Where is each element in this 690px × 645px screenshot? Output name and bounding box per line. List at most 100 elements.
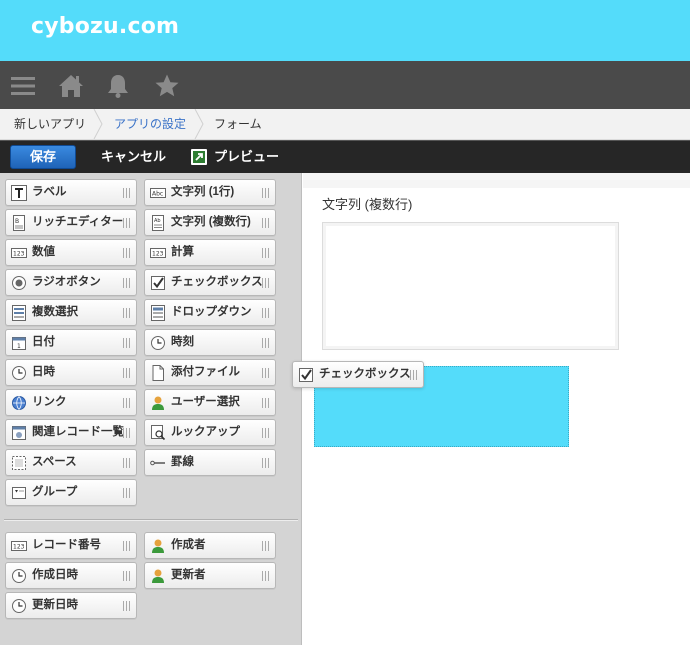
field-button-f18[interactable]: スペース bbox=[5, 449, 137, 476]
file-icon bbox=[150, 365, 166, 381]
logo: cybozu.com bbox=[31, 14, 180, 39]
grip-icon bbox=[123, 601, 130, 611]
user-icon bbox=[150, 538, 166, 554]
field-button-f13[interactable]: 添付ファイル bbox=[144, 359, 276, 386]
grip-icon bbox=[123, 458, 130, 468]
bell-icon[interactable] bbox=[105, 73, 131, 99]
field-button-f11[interactable]: 時刻 bbox=[144, 329, 276, 356]
menu-icon[interactable] bbox=[10, 73, 36, 99]
field-button-label: 計算 bbox=[171, 246, 194, 258]
header-bar: cybozu.com bbox=[0, 0, 690, 61]
field-button-label: リンク bbox=[32, 396, 67, 408]
field-button-label: 関連レコード一覧 bbox=[32, 426, 124, 438]
grip-icon bbox=[262, 458, 269, 468]
single-line-text-icon: Abc bbox=[150, 185, 166, 201]
field-button-label: グループ bbox=[32, 486, 78, 498]
nav-bar bbox=[0, 61, 690, 109]
rich-editor-icon: B bbox=[11, 215, 27, 231]
field-button-f4[interactable]: 123 数値 bbox=[5, 239, 137, 266]
multi-line-text-icon: Ab bbox=[150, 215, 166, 231]
grip-icon bbox=[262, 571, 269, 581]
line-icon bbox=[150, 455, 166, 471]
field-button-label: 罫線 bbox=[171, 456, 194, 468]
grip-icon bbox=[262, 188, 269, 198]
field-button-f2[interactable]: B リッチエディター bbox=[5, 209, 137, 236]
field-button-label: 作成者 bbox=[171, 539, 206, 551]
svg-text:123: 123 bbox=[152, 251, 164, 258]
field-button-f8[interactable]: 複数選択 bbox=[5, 299, 137, 326]
field-button-label: ラベル bbox=[32, 186, 67, 198]
field-button-f19[interactable]: 罫線 bbox=[144, 449, 276, 476]
clock-icon bbox=[150, 335, 166, 351]
dragging-field-label: チェックボックス bbox=[319, 368, 411, 380]
field-button-s1[interactable]: 作成者 bbox=[144, 532, 276, 559]
chevron-right-icon bbox=[193, 109, 205, 139]
space-icon bbox=[11, 455, 27, 471]
field-button-f20[interactable]: グループ bbox=[5, 479, 137, 506]
grip-icon bbox=[123, 188, 130, 198]
svg-text:Ab: Ab bbox=[154, 218, 161, 224]
preview-label: プレビュー bbox=[214, 149, 280, 164]
field-button-f10[interactable]: 1 日付 bbox=[5, 329, 137, 356]
calc-icon: 123 bbox=[150, 245, 166, 261]
dragging-field-button[interactable]: チェックボックス bbox=[292, 361, 424, 388]
number-icon: 123 bbox=[11, 245, 27, 261]
svg-text:1: 1 bbox=[17, 343, 21, 350]
toolbar: 保存 キャンセル プレビュー bbox=[0, 140, 690, 173]
field-button-f5[interactable]: 123 計算 bbox=[144, 239, 276, 266]
breadcrumb-app-settings[interactable]: アプリの設定 bbox=[114, 109, 186, 139]
grip-icon bbox=[123, 571, 130, 581]
home-icon[interactable] bbox=[58, 73, 84, 99]
checkbox-icon bbox=[298, 367, 314, 383]
field-button-label: スペース bbox=[32, 456, 77, 468]
grip-icon bbox=[123, 541, 130, 551]
breadcrumb-form: フォーム bbox=[214, 117, 262, 131]
field-button-f9[interactable]: ドロップダウン bbox=[144, 299, 276, 326]
field-button-label: リッチエディター bbox=[32, 216, 124, 228]
field-button-s2[interactable]: 作成日時 bbox=[5, 562, 137, 589]
preview-icon bbox=[190, 148, 208, 166]
field-button-label: 更新者 bbox=[171, 569, 206, 581]
grip-icon bbox=[262, 398, 269, 408]
field-button-label: 日付 bbox=[32, 336, 55, 348]
field-button-f12[interactable]: 日時 bbox=[5, 359, 137, 386]
cancel-button[interactable]: キャンセル bbox=[101, 147, 166, 167]
field-button-label: 数値 bbox=[32, 246, 55, 258]
field-button-f0[interactable]: ラベル bbox=[5, 179, 137, 206]
field-button-s4[interactable]: 更新日時 bbox=[5, 592, 137, 619]
globe-icon bbox=[11, 395, 27, 411]
star-icon[interactable] bbox=[154, 73, 180, 99]
field-button-label: 文字列 (複数行) bbox=[171, 216, 251, 228]
save-button[interactable]: 保存 bbox=[10, 145, 76, 169]
grip-icon bbox=[262, 428, 269, 438]
field-button-label: レコード番号 bbox=[32, 539, 101, 551]
checkbox-icon bbox=[150, 275, 166, 291]
clock-icon bbox=[11, 365, 27, 381]
field-button-label: 文字列 (1行) bbox=[171, 186, 235, 198]
field-button-s3[interactable]: 更新者 bbox=[144, 562, 276, 589]
breadcrumb-new-app[interactable]: 新しいアプリ bbox=[14, 109, 86, 139]
field-button-f17[interactable]: ルックアップ bbox=[144, 419, 276, 446]
multi-select-icon bbox=[11, 305, 27, 321]
field-button-f16[interactable]: 関連レコード一覧 bbox=[5, 419, 137, 446]
grip-icon bbox=[123, 368, 130, 378]
field-button-label: 作成日時 bbox=[32, 569, 78, 581]
field-button-f3[interactable]: Ab 文字列 (複数行) bbox=[144, 209, 276, 236]
svg-text:Abc: Abc bbox=[152, 191, 163, 198]
breadcrumb: 新しいアプリ アプリの設定 フォーム bbox=[0, 109, 690, 140]
grip-icon bbox=[262, 248, 269, 258]
multi-line-text-field[interactable] bbox=[322, 222, 619, 350]
preview-button[interactable]: プレビュー bbox=[190, 146, 279, 168]
grip-icon bbox=[123, 308, 130, 318]
grip-icon bbox=[262, 368, 269, 378]
field-button-f7[interactable]: チェックボックス bbox=[144, 269, 276, 296]
svg-text:123: 123 bbox=[13, 544, 25, 551]
field-button-f14[interactable]: リンク bbox=[5, 389, 137, 416]
palette-divider bbox=[4, 519, 298, 521]
calendar-icon: 1 bbox=[11, 335, 27, 351]
field-button-f6[interactable]: ラジオボタン bbox=[5, 269, 137, 296]
field-button-f15[interactable]: ユーザー選択 bbox=[144, 389, 276, 416]
field-button-s0[interactable]: 123 レコード番号 bbox=[5, 532, 137, 559]
field-button-label: 日時 bbox=[32, 366, 55, 378]
field-button-f1[interactable]: Abc 文字列 (1行) bbox=[144, 179, 276, 206]
